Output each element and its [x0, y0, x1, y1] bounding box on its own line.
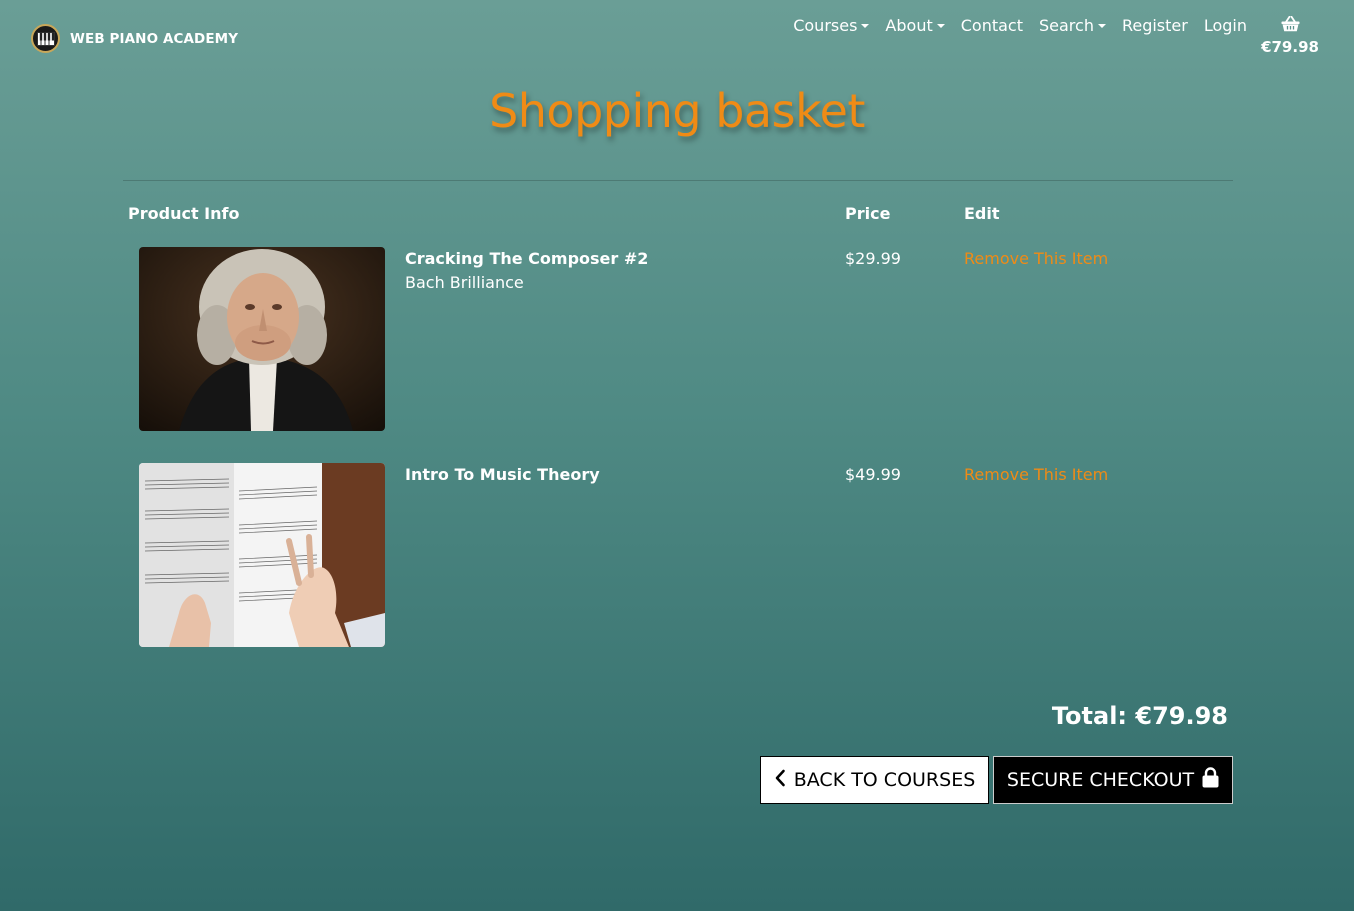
page-title: Shopping basket: [489, 84, 865, 138]
product-title: Cracking The Composer #2: [405, 249, 649, 268]
product-price: $29.99: [845, 249, 901, 268]
product-image-bach: [139, 247, 385, 431]
nav-login[interactable]: Login: [1204, 16, 1247, 35]
divider: [123, 180, 1233, 181]
nav-register[interactable]: Register: [1122, 16, 1188, 35]
back-to-courses-button[interactable]: BACK TO COURSES: [760, 756, 989, 804]
shopping-basket-icon: [1281, 15, 1300, 36]
caret-down-icon: [936, 24, 945, 28]
header-product-info: Product Info: [128, 204, 240, 223]
remove-item-link[interactable]: Remove This Item: [964, 465, 1108, 484]
nav-register-label: Register: [1121, 16, 1188, 35]
caret-down-icon: [1097, 24, 1106, 28]
basket-total: €79.98: [1261, 38, 1319, 56]
product-subtitle: Bach Brilliance: [405, 273, 524, 292]
nav-login-label: Login: [1203, 16, 1247, 35]
caret-down-icon: [861, 24, 870, 28]
nav-contact[interactable]: Contact: [961, 16, 1023, 35]
nav-search-label: Search: [1038, 16, 1094, 35]
chevron-left-icon: [774, 769, 786, 792]
nav-courses[interactable]: Courses: [793, 16, 870, 35]
nav-links: Courses About Contact Search Register Lo…: [793, 16, 1247, 35]
product-image-sheet-music: [139, 463, 385, 647]
secure-checkout-button[interactable]: SECURE CHECKOUT: [993, 756, 1233, 804]
brand-name: WEB PIANO ACADEMY: [70, 30, 239, 47]
brand-link[interactable]: WEB PIANO ACADEMY: [31, 24, 238, 53]
nav-about[interactable]: About: [885, 16, 945, 35]
nav-courses-label: Courses: [793, 16, 858, 35]
nav-search[interactable]: Search: [1039, 16, 1106, 35]
secure-checkout-label: SECURE CHECKOUT: [1006, 769, 1195, 791]
nav-about-label: About: [885, 16, 933, 35]
piano-keys-icon: [31, 24, 60, 53]
basket-link[interactable]: €79.98: [1261, 15, 1319, 56]
header-edit: Edit: [964, 204, 1000, 223]
header-price: Price: [845, 204, 891, 223]
lock-icon: [1202, 767, 1219, 793]
basket-grand-total: Total: €79.98: [1051, 702, 1228, 730]
product-title: Intro To Music Theory: [405, 465, 600, 484]
nav-contact-label: Contact: [960, 16, 1023, 35]
back-to-courses-label: BACK TO COURSES: [793, 769, 976, 791]
remove-item-link[interactable]: Remove This Item: [964, 249, 1108, 268]
navbar: WEB PIANO ACADEMY Courses About Contact …: [0, 0, 1354, 72]
product-price: $49.99: [845, 465, 901, 484]
